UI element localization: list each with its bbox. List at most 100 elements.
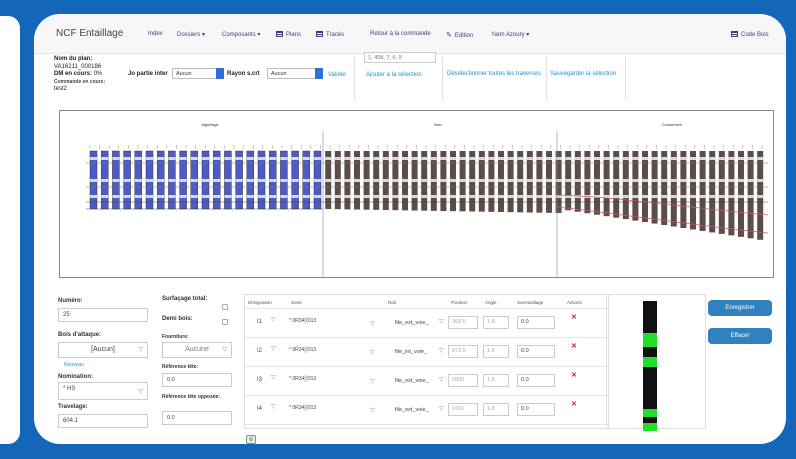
- nav-user-menu[interactable]: Yann Azoury ▾: [491, 31, 529, 38]
- track-plan-canvas[interactable]: Aiguillage Inter Croisement: [59, 110, 774, 278]
- rail-cell[interactable]: file_ext_voie_: [395, 320, 429, 326]
- chevron-down-icon[interactable]: ▽: [439, 376, 444, 383]
- save-selection-link[interactable]: Sauvegarder la sélection: [550, 71, 616, 77]
- chevron-down-icon[interactable]: ▽: [370, 407, 375, 414]
- numero-input[interactable]: 25: [58, 308, 148, 322]
- nomination-select[interactable]: * HS ▽: [58, 382, 148, 400]
- row-divider: [245, 337, 608, 338]
- tie-plate: [112, 195, 120, 198]
- position-input[interactable]: 368.5: [448, 316, 478, 329]
- angle-input[interactable]: 1.8: [483, 345, 509, 358]
- chevron-down-icon[interactable]: ▽: [370, 349, 375, 356]
- tie-plate: [354, 195, 360, 198]
- coordinates-input[interactable]: [364, 52, 436, 63]
- rail-cell[interactable]: file_int_voie_: [395, 349, 427, 355]
- position-input[interactable]: 973.5: [448, 345, 478, 358]
- rayon-select[interactable]: Aucun: [267, 68, 323, 79]
- fourniture-select[interactable]: Aucune ▽: [162, 342, 232, 358]
- filter-icon: ▽: [271, 317, 276, 323]
- angle-input[interactable]: 1.8: [483, 403, 509, 416]
- clear-button[interactable]: Effacer: [708, 328, 772, 344]
- ref-tete-input[interactable]: 0.0: [162, 373, 232, 387]
- jo-partie-select[interactable]: Aucun: [172, 68, 224, 79]
- sleeper: [613, 151, 620, 218]
- chevron-down-icon[interactable]: ▽: [439, 347, 444, 354]
- tie-plate: [546, 179, 552, 182]
- nav-traces[interactable]: Tracés: [316, 31, 344, 38]
- surentaillage-input[interactable]: 0.0: [517, 403, 555, 416]
- grid-icon: [276, 31, 283, 37]
- validate-link[interactable]: Valider: [328, 72, 346, 78]
- row-divider: [245, 308, 608, 309]
- surentaillage-input[interactable]: 0.0: [517, 374, 555, 387]
- tie-plate: [269, 179, 277, 182]
- tie-plate: [478, 157, 485, 160]
- position-input[interactable]: 2005: [448, 374, 478, 387]
- delete-icon[interactable]: ✕: [571, 371, 577, 379]
- dropdown-caret-icon: [315, 68, 323, 79]
- tie-plate: [280, 195, 288, 198]
- nav-composants[interactable]: Composants ▾: [222, 31, 260, 38]
- angle-input[interactable]: 1.8: [483, 374, 509, 387]
- chevron-down-icon[interactable]: ▽: [370, 320, 375, 327]
- tie-plate: [202, 195, 209, 198]
- notch-marker: [643, 409, 657, 417]
- tie-plate: [168, 179, 176, 182]
- deselect-all-link[interactable]: Désélectionner toutes les traverses: [447, 71, 541, 77]
- surfacage-checkbox[interactable]: [222, 304, 228, 310]
- section-label: Inter: [434, 122, 443, 127]
- chevron-down-icon[interactable]: ▽: [370, 378, 375, 385]
- nav-retour-commande[interactable]: Retour à la commande: [370, 31, 431, 37]
- tie-plate: [747, 195, 754, 198]
- nav-code-bois[interactable]: Code Bois: [731, 31, 769, 38]
- bois-attaque-value: [Aucun]: [91, 346, 115, 353]
- chevron-down-icon[interactable]: ▽: [439, 318, 444, 325]
- add-selection-link[interactable]: Ajouter à la sélection: [366, 72, 422, 78]
- sorte-cell[interactable]: * 0R34▒013: [289, 347, 316, 353]
- delete-icon[interactable]: ✕: [571, 342, 577, 350]
- tie-plate: [430, 195, 437, 198]
- position-input[interactable]: 2411: [448, 403, 478, 416]
- sorte-cell[interactable]: * 0R34▒013: [289, 405, 316, 411]
- tie-plate: [123, 157, 131, 160]
- add-row-button[interactable]: ⊕: [246, 435, 256, 444]
- sorte-cell[interactable]: * 0R34▒013: [289, 376, 316, 382]
- tie-plate: [168, 157, 176, 160]
- tie-plate: [488, 179, 495, 182]
- travelage-input[interactable]: 604.1: [58, 414, 148, 428]
- surentaillage-input[interactable]: 0.0: [517, 345, 555, 358]
- tie-plate: [718, 195, 725, 198]
- tie-plate: [680, 195, 687, 198]
- rail-cell[interactable]: file_ext_voie_: [395, 407, 429, 413]
- delete-icon[interactable]: ✕: [571, 313, 577, 321]
- delete-icon[interactable]: ✕: [571, 400, 577, 408]
- nav-dossiers[interactable]: Dossiers ▾: [177, 31, 205, 38]
- tie-plate: [421, 157, 428, 160]
- demi-bois-checkbox[interactable]: [222, 319, 228, 325]
- tie-plate: [459, 157, 466, 160]
- nav-plans[interactable]: Plans: [276, 31, 301, 38]
- demi-bois-label: Demi bois:: [162, 316, 193, 322]
- rail-cell[interactable]: file_ext_voie_: [395, 378, 429, 384]
- tie-plate: [344, 195, 351, 198]
- tie-plate: [757, 179, 764, 182]
- nav-index[interactable]: Index: [148, 31, 163, 37]
- tie-plate: [382, 195, 389, 198]
- ref-opposee-input[interactable]: 0.0: [162, 411, 232, 425]
- angle-input[interactable]: 1.8: [483, 316, 509, 329]
- nouveau-link[interactable]: Nouveau: [64, 362, 84, 368]
- section-label: Aiguillage: [201, 122, 219, 127]
- sorte-cell[interactable]: * 0R34▒013: [289, 318, 316, 324]
- surentaillage-input[interactable]: 0.0: [517, 316, 555, 329]
- bois-attaque-select[interactable]: [Aucun] ▽: [58, 342, 148, 358]
- brand-logo[interactable]: NCF Entaillage: [56, 28, 123, 39]
- nav-edition[interactable]: ✎ Edition: [446, 31, 473, 39]
- chevron-down-icon[interactable]: ▽: [439, 405, 444, 412]
- tie-plate: [661, 195, 668, 198]
- tie-plate: [430, 157, 437, 160]
- save-button[interactable]: Enregistrer: [708, 300, 772, 316]
- tie-plate: [334, 195, 341, 198]
- tie-plate: [392, 195, 399, 198]
- background-window-edge: [0, 16, 20, 444]
- section-label: Croisement: [662, 122, 683, 127]
